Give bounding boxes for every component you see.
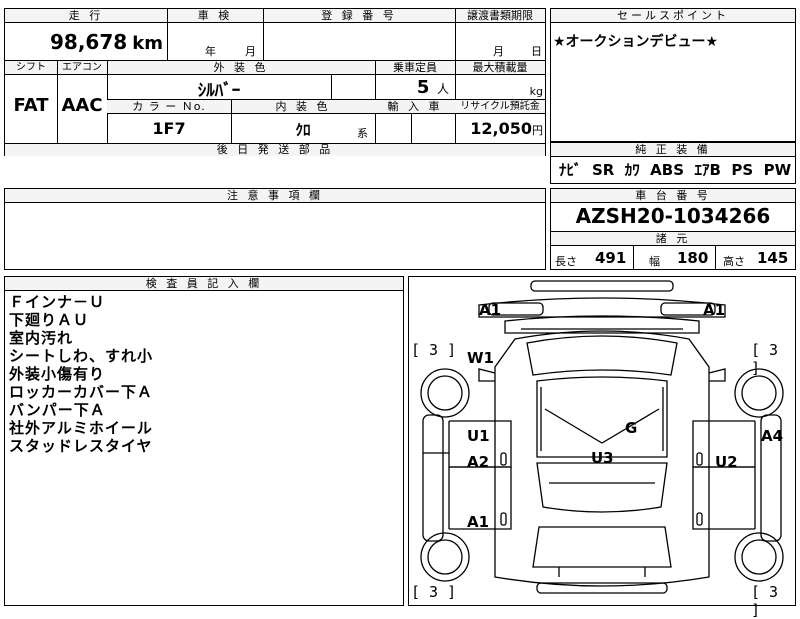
mileage-value: 98,678 [49, 30, 128, 54]
damage-label-u2: U2 [715, 453, 738, 471]
recycle-unit: 円 [532, 124, 543, 137]
import-header: 輸 入 車 [375, 100, 455, 114]
damage-label-front-right: A1 [703, 301, 726, 319]
damage-label-front-left: A1 [479, 301, 502, 319]
width-label: 幅 [649, 255, 660, 268]
vehicle-spec-table: 走 行 車 検 登 録 番 号 譲渡書類期限 98,678 km 年 月 月 日… [4, 8, 546, 156]
max-load-header: 最大積載量 [455, 61, 545, 75]
equipment-text: ﾅﾋﾞ SR ｶﾜ ABS ｴｱB PS PW [559, 161, 792, 179]
shift-header: シフト [5, 61, 57, 75]
tread-rear-left: [ 3 ] [411, 583, 457, 601]
damage-label-u1: U1 [467, 427, 490, 445]
inspection-header: 車 検 [167, 9, 263, 23]
int-color-value: ｸﾛ [295, 121, 311, 139]
inspection-year-suffix: 年 [205, 45, 216, 58]
ext-color-value: ｼﾙﾊﾞｰ [197, 81, 241, 101]
int-color-suffix: 系 [357, 127, 368, 140]
spec-header: 諸 元 [551, 232, 795, 246]
chassis-header: 車 台 番 号 [551, 189, 795, 203]
damage-label-w1: W1 [467, 349, 494, 367]
color-no-header: カ ラ ー Ｎo. [107, 100, 231, 114]
note-line: 室内汚れ [9, 329, 74, 347]
shift-value: FAT [13, 95, 49, 116]
length-label: 長さ [555, 255, 577, 268]
note-line: シートしわ、すれ小 [9, 347, 154, 365]
chassis-number: AZSH20-1034266 [575, 204, 771, 228]
caution-header: 注 意 事 項 欄 [5, 189, 545, 203]
capacity-value: 5 [416, 77, 430, 98]
capacity-header: 乗車定員 [375, 61, 455, 75]
max-load-unit: kg [529, 85, 543, 98]
recycle-value: 12,050 [470, 119, 532, 138]
ac-header: エアコン [57, 61, 107, 75]
car-diagram-box: A1 A1 W1 U1 A2 G U3 U2 A4 A1 [ 3 ] [ 3 ]… [408, 276, 796, 619]
note-line: 外装小傷有り [9, 365, 106, 383]
damage-label-a2: A2 [467, 453, 490, 471]
tread-rear-right: [ 3 ] [751, 583, 779, 619]
tread-front-right: [ 3 ] [751, 341, 779, 377]
length-value: 491 [595, 249, 627, 267]
capacity-unit: 人 [436, 82, 449, 96]
equipment-header: 純 正 装 備 [551, 143, 795, 157]
recycle-header: リサイクル預託金 [455, 100, 545, 114]
mileage-unit: km [132, 33, 163, 54]
tread-front-left: [ 3 ] [411, 341, 457, 359]
inspector-box: 検 査 員 記 入 欄 Ｆインナ－Ｕ 下廻りＡＵ 室内汚れ シートしわ、すれ小 … [4, 276, 404, 606]
height-label: 高さ [723, 255, 745, 268]
chassis-box: 車 台 番 号 AZSH20-1034266 諸 元 長さ 491 幅 180 … [550, 188, 796, 270]
damage-label-u3: U3 [591, 449, 614, 467]
damage-label-a4: A4 [761, 427, 784, 445]
note-line: Ｆインナ－Ｕ [9, 293, 106, 311]
height-value: 145 [757, 249, 789, 267]
note-line: ロッカーカバー下Ａ [9, 383, 154, 401]
caution-box: 注 意 事 項 欄 [4, 188, 546, 270]
ac-value: AAC [61, 95, 103, 116]
equipment-box: 純 正 装 備 ﾅﾋﾞ SR ｶﾜ ABS ｴｱB PS PW [550, 142, 796, 184]
sales-point-text: ★オークションデビュー★ [553, 34, 719, 50]
transfer-doc-header: 譲渡書類期限 [455, 9, 545, 23]
int-color-header: 内 装 色 [231, 100, 375, 114]
transfer-month-suffix: 月 [493, 45, 504, 58]
damage-label-rear-left: A1 [467, 513, 490, 531]
later-parts-header: 後 日 発 送 部 品 [5, 144, 545, 156]
inspector-header: 検 査 員 記 入 欄 [5, 277, 403, 291]
note-line: 社外アルミホイール [9, 419, 153, 437]
mileage-header: 走 行 [5, 9, 167, 23]
note-line: 下廻りＡＵ [9, 311, 90, 329]
inspector-notes: Ｆインナ－Ｕ 下廻りＡＵ 室内汚れ シートしわ、すれ小 外装小傷有り ロッカーカ… [9, 293, 153, 455]
transfer-day-suffix: 日 [531, 45, 542, 58]
registration-header: 登 録 番 号 [263, 9, 455, 23]
color-no-value: 1F7 [152, 119, 186, 138]
note-line: スタッドレスタイヤ [9, 437, 153, 455]
width-value: 180 [677, 249, 709, 267]
sales-point-header: セールスポイント [551, 9, 795, 23]
note-line: バンパー下Ａ [9, 401, 106, 419]
sales-point-box: セールスポイント ★オークションデビュー★ [550, 8, 796, 142]
ext-color-header: 外 装 色 [107, 61, 375, 75]
damage-label-g: G [625, 419, 638, 437]
inspection-month-suffix: 月 [245, 45, 256, 58]
